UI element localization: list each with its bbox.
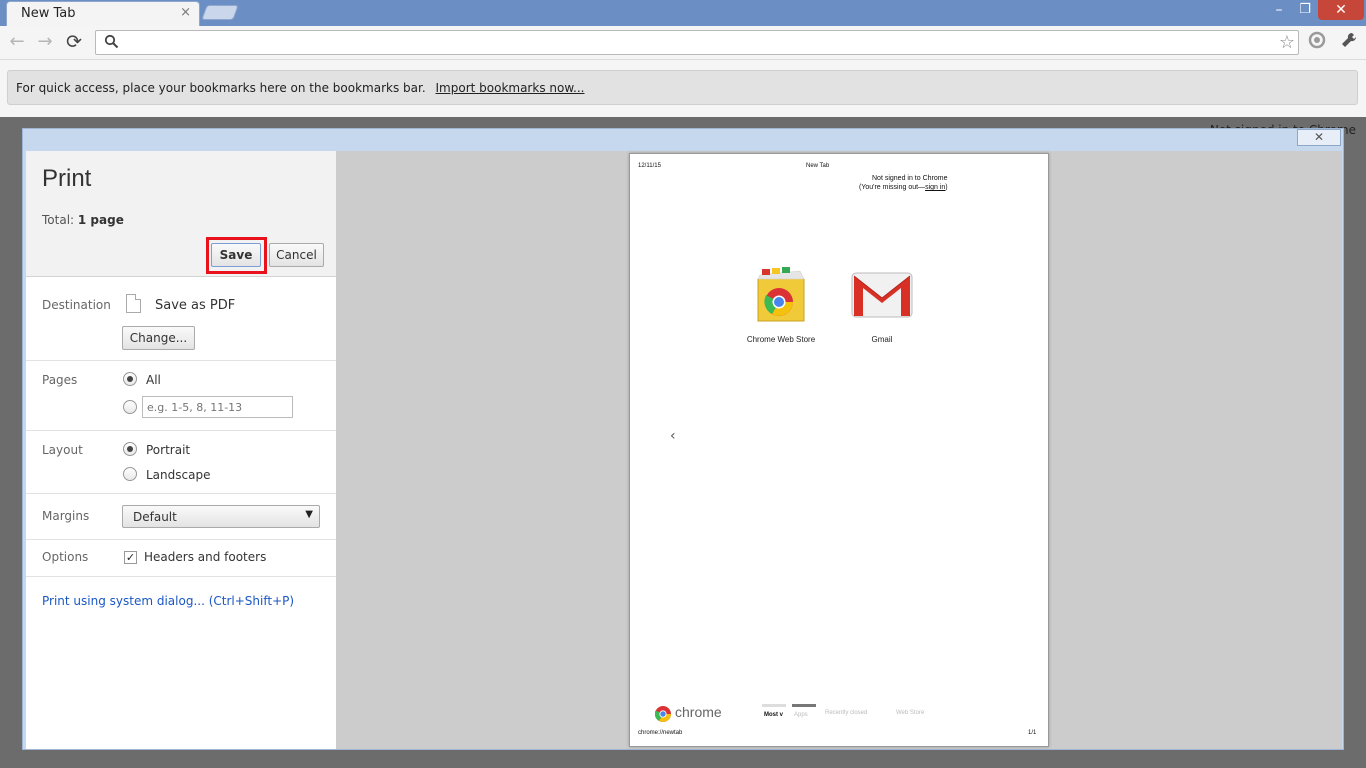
title-bar: New Tab × – ❐ ✕ bbox=[0, 0, 1366, 26]
margins-select[interactable]: Default ▼ bbox=[122, 505, 320, 528]
preview-header-date: 12/11/15 bbox=[638, 163, 661, 169]
layout-portrait-label: Portrait bbox=[146, 443, 191, 457]
margins-section: Margins Default ▼ bbox=[26, 494, 337, 540]
preview-app-chrome-web-store: Chrome Web Store bbox=[746, 335, 816, 344]
print-dialog: ✕ Print Total: 1 page Save Cancel Destin… bbox=[22, 128, 1344, 750]
pages-all-radio[interactable] bbox=[123, 372, 137, 386]
bookmarks-bar-message: For quick access, place your bookmarks h… bbox=[16, 81, 426, 95]
destination-label: Destination bbox=[42, 298, 111, 312]
gmail-icon bbox=[851, 272, 913, 318]
preview-signin-link: sign in bbox=[925, 184, 946, 191]
system-dialog-link[interactable]: Print using system dialog... (Ctrl+Shift… bbox=[42, 594, 294, 608]
pages-all-label: All bbox=[146, 373, 161, 387]
destination-section: Destination Save as PDF Change... bbox=[26, 278, 337, 361]
change-destination-button[interactable]: Change... bbox=[122, 326, 195, 350]
preview-tab-recently-closed: Recently closed bbox=[825, 710, 868, 716]
margins-label: Margins bbox=[42, 509, 90, 523]
pages-range-input[interactable] bbox=[142, 396, 293, 418]
bookmarks-bar: For quick access, place your bookmarks h… bbox=[0, 60, 1366, 117]
options-section: Options ✓ Headers and footers bbox=[26, 540, 337, 577]
minimize-button[interactable]: – bbox=[1266, 0, 1292, 20]
import-bookmarks-link[interactable]: Import bookmarks now... bbox=[436, 81, 585, 95]
cancel-button[interactable]: Cancel bbox=[269, 243, 324, 267]
preview-page: 12/11/15 New Tab Not signed in to Chrome… bbox=[629, 153, 1049, 747]
print-total: Total: 1 page bbox=[42, 213, 124, 227]
close-window-button[interactable]: ✕ bbox=[1318, 0, 1364, 20]
chevron-down-icon: ▼ bbox=[305, 509, 313, 520]
print-header: Print Total: 1 page Save Cancel bbox=[26, 151, 337, 277]
preview-tab-bar-most-visited bbox=[762, 704, 786, 707]
extension-icon[interactable] bbox=[1306, 31, 1328, 53]
pdf-file-icon bbox=[126, 294, 141, 313]
dialog-close-button[interactable]: ✕ bbox=[1297, 129, 1341, 146]
chrome-logo-icon bbox=[655, 706, 671, 722]
layout-section: Layout Portrait Landscape bbox=[26, 431, 337, 494]
preview-tab-web-store: Web Store bbox=[896, 710, 925, 716]
bookmarks-bar-prompt: For quick access, place your bookmarks h… bbox=[7, 70, 1358, 105]
layout-landscape-radio[interactable] bbox=[123, 467, 137, 481]
preview-chevron-left-icon: ‹ bbox=[670, 428, 676, 444]
preview-signin-suffix: ) bbox=[945, 184, 948, 191]
tab-close-icon[interactable]: × bbox=[180, 5, 191, 20]
preview-chrome-wordmark: chrome bbox=[675, 704, 722, 720]
preview-signin-line2: (You're missing out—sign in) bbox=[859, 184, 948, 191]
browser-toolbar: ← → ⟳ ☆ bbox=[0, 26, 1366, 60]
preview-signin-prefix: (You're missing out— bbox=[859, 184, 926, 191]
margins-value: Default bbox=[133, 510, 177, 524]
preview-tab-bar-apps bbox=[792, 704, 816, 707]
save-button[interactable]: Save bbox=[211, 243, 261, 267]
headers-footers-label: Headers and footers bbox=[144, 550, 267, 564]
print-title: Print bbox=[42, 165, 92, 192]
preview-footer-page: 1/1 bbox=[1028, 730, 1037, 736]
new-tab-button[interactable] bbox=[201, 5, 239, 20]
preview-signin-line1: Not signed in to Chrome bbox=[872, 175, 948, 182]
layout-landscape-label: Landscape bbox=[146, 468, 211, 482]
layout-label: Layout bbox=[42, 443, 83, 457]
destination-value: Save as PDF bbox=[155, 298, 236, 313]
reload-icon[interactable]: ⟳ bbox=[63, 31, 85, 53]
print-preview-area: 12/11/15 New Tab Not signed in to Chrome… bbox=[336, 151, 1342, 749]
forward-arrow-icon[interactable]: → bbox=[34, 31, 56, 53]
preview-tab-most-visited: Most v bbox=[764, 712, 784, 718]
pages-section: Pages All bbox=[26, 361, 337, 431]
preview-app-gmail: Gmail bbox=[871, 335, 893, 344]
preview-footer-url: chrome://newtab bbox=[638, 730, 683, 736]
wrench-icon[interactable] bbox=[1338, 31, 1360, 53]
tab-title: New Tab bbox=[21, 6, 76, 21]
pages-range-radio[interactable] bbox=[123, 400, 137, 414]
back-arrow-icon[interactable]: ← bbox=[6, 31, 28, 53]
options-label: Options bbox=[42, 550, 89, 564]
chrome-web-store-icon bbox=[757, 267, 805, 322]
pages-label: Pages bbox=[42, 373, 78, 387]
maximize-button[interactable]: ❐ bbox=[1292, 0, 1318, 20]
total-value: 1 page bbox=[77, 213, 124, 227]
print-settings-sidebar: Print Total: 1 page Save Cancel Destinat… bbox=[26, 151, 337, 749]
preview-tab-apps: Apps bbox=[794, 712, 808, 718]
preview-header-title: New Tab bbox=[806, 163, 830, 169]
layout-portrait-radio[interactable] bbox=[123, 442, 137, 456]
search-icon bbox=[104, 34, 119, 49]
tab-new-tab[interactable]: New Tab × bbox=[6, 1, 200, 26]
headers-footers-checkbox[interactable]: ✓ bbox=[124, 551, 137, 564]
bookmark-star-icon[interactable]: ☆ bbox=[1279, 32, 1295, 53]
address-bar[interactable]: ☆ bbox=[95, 30, 1299, 55]
total-label: Total: bbox=[42, 213, 75, 227]
